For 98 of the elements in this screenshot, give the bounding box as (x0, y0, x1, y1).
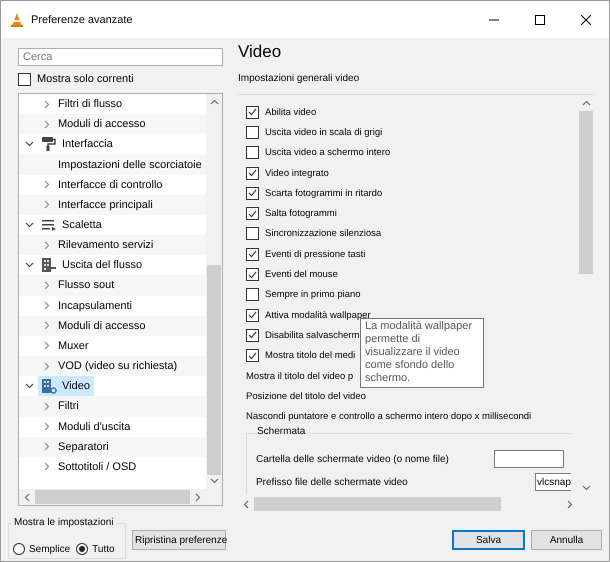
tree-item[interactable]: Sottotitoli / OSD (55, 456, 140, 477)
check-icon (248, 270, 257, 279)
reset-button[interactable]: Ripristina preferenze (132, 530, 226, 550)
field-label: Cartella delle schermate video (o nome file) (256, 454, 449, 465)
expand-icon[interactable] (44, 180, 50, 190)
checkbox-label: Salta fotogrammi (265, 208, 337, 220)
input-field[interactable]: vlcsnap (535, 473, 571, 492)
expand-icon[interactable] (44, 200, 50, 210)
setting-label: Nascondi puntatore e controllo a schermo intero dopo x millisecondi (246, 411, 532, 422)
collapse-icon[interactable] (25, 383, 34, 390)
tree-item[interactable]: Moduli d'uscita (55, 416, 134, 437)
tree-item[interactable]: Video (38, 376, 94, 396)
close-icon (581, 14, 591, 24)
checkbox[interactable] (246, 126, 259, 139)
maximize-icon (535, 14, 545, 24)
checkbox[interactable] (246, 268, 259, 282)
check-icon (248, 331, 257, 340)
checkbox[interactable] (18, 72, 31, 86)
checkbox-label: Scarta fotogrammi in ritardo (265, 188, 382, 199)
cancel-button[interactable]: Annulla (531, 530, 602, 550)
scrollbar-thumb[interactable] (207, 265, 221, 475)
tree-item[interactable]: Filtri di flusso (55, 94, 126, 114)
collapse-icon[interactable] (25, 141, 34, 148)
search-field[interactable]: Cerca (18, 48, 223, 66)
tree-item[interactable]: Muxer (55, 336, 93, 356)
check-icon (248, 352, 257, 360)
horizontal-scrollbar[interactable] (19, 489, 206, 505)
save-button[interactable]: Salva (452, 530, 525, 550)
checkbox[interactable] (246, 328, 259, 342)
cone-icon (9, 12, 25, 28)
checkbox[interactable] (246, 186, 259, 200)
expand-icon[interactable] (44, 100, 50, 109)
scrollbar-thumb[interactable] (254, 497, 501, 511)
expand-icon[interactable] (44, 280, 50, 290)
checkbox[interactable] (246, 166, 259, 180)
tree-item[interactable]: Uscita del flusso (38, 255, 146, 276)
checkbox-label: Uscita video a schermo intero (265, 147, 390, 158)
checkbox[interactable] (246, 207, 259, 220)
expand-icon[interactable] (44, 442, 50, 452)
checkbox-label: Attiva modalità wallpaper (265, 310, 371, 321)
checkbox[interactable] (246, 227, 259, 240)
expand-icon[interactable] (44, 301, 50, 310)
expand-icon[interactable] (44, 341, 50, 350)
tree-item[interactable]: Scaletta (38, 215, 106, 236)
expand-icon[interactable] (44, 120, 50, 129)
tree-item[interactable]: Incapsulamenti (55, 296, 136, 316)
checkbox[interactable] (246, 349, 259, 362)
panel-title: Video (238, 41, 282, 63)
radio-button[interactable]: Tutto (76, 543, 115, 555)
checkbox-label: Uscita video in scala di grigi (265, 126, 382, 138)
checkbox-label: Eventi di pressione tasti (265, 248, 366, 260)
expand-icon[interactable] (44, 240, 50, 250)
setting-label: Posizione del titolo del video (246, 390, 366, 402)
scrollbar-thumb[interactable] (579, 111, 593, 274)
collapse-icon[interactable] (25, 222, 34, 228)
tree-item[interactable]: Interfacce di controllo (55, 174, 167, 195)
group-title: Mostra le impostazioni (12, 517, 116, 528)
checkbox[interactable] (246, 146, 259, 160)
scrollbar-thumb[interactable] (35, 490, 190, 504)
checkbox[interactable] (246, 248, 259, 261)
checkbox-label: Eventi del mouse (265, 269, 338, 280)
tooltip: La modalità wallpaper permette di visualizzare il video come sfondo dello schermo. (360, 318, 484, 388)
window-title: Preferenze avanzate (31, 14, 134, 26)
section-heading: Impostazioni generali video (238, 72, 360, 86)
expand-icon[interactable] (44, 362, 50, 371)
check-icon (248, 210, 257, 218)
expand-icon[interactable] (44, 321, 50, 330)
field-label: Prefisso file delle schermate video (256, 476, 408, 488)
check-icon (248, 250, 257, 258)
setting-label: Mostra il titolo del video p (246, 370, 354, 382)
checkbox-label: Abilita video (265, 106, 316, 118)
checkbox[interactable] (246, 308, 259, 322)
checkbox-label: Mostra solo correnti (37, 73, 134, 85)
check-icon (248, 108, 257, 116)
checkbox-label: Sempre in primo piano (265, 289, 361, 300)
input-field[interactable] (494, 450, 564, 468)
vertical-scrollbar[interactable] (206, 94, 222, 489)
check-icon (248, 189, 257, 198)
tree-item[interactable]: Filtri (55, 396, 83, 416)
checkbox-label: Video integrato (265, 168, 329, 179)
film-strip-icon (41, 257, 57, 274)
checkbox-label: Mostra titolo del medi (265, 350, 356, 362)
film-strip-icon (41, 378, 57, 394)
checkbox[interactable] (246, 288, 259, 302)
group-title: Schermata (255, 426, 308, 437)
expand-icon[interactable] (44, 462, 50, 472)
paint-roller-icon (41, 136, 57, 152)
checkbox-label: Sincronizzazione silenziosa (265, 228, 382, 240)
collapse-icon[interactable] (25, 262, 34, 268)
playlist-icon (41, 217, 57, 234)
checkbox-label: Disabilita salvascherm (265, 330, 360, 341)
check-icon (248, 311, 257, 320)
checkbox[interactable] (246, 106, 259, 119)
check-icon (248, 169, 257, 178)
expand-icon[interactable] (44, 422, 50, 432)
tree-item[interactable]: Interfaccia (38, 134, 117, 154)
radio-button[interactable]: Semplice (13, 543, 70, 555)
expand-icon[interactable] (44, 402, 50, 411)
